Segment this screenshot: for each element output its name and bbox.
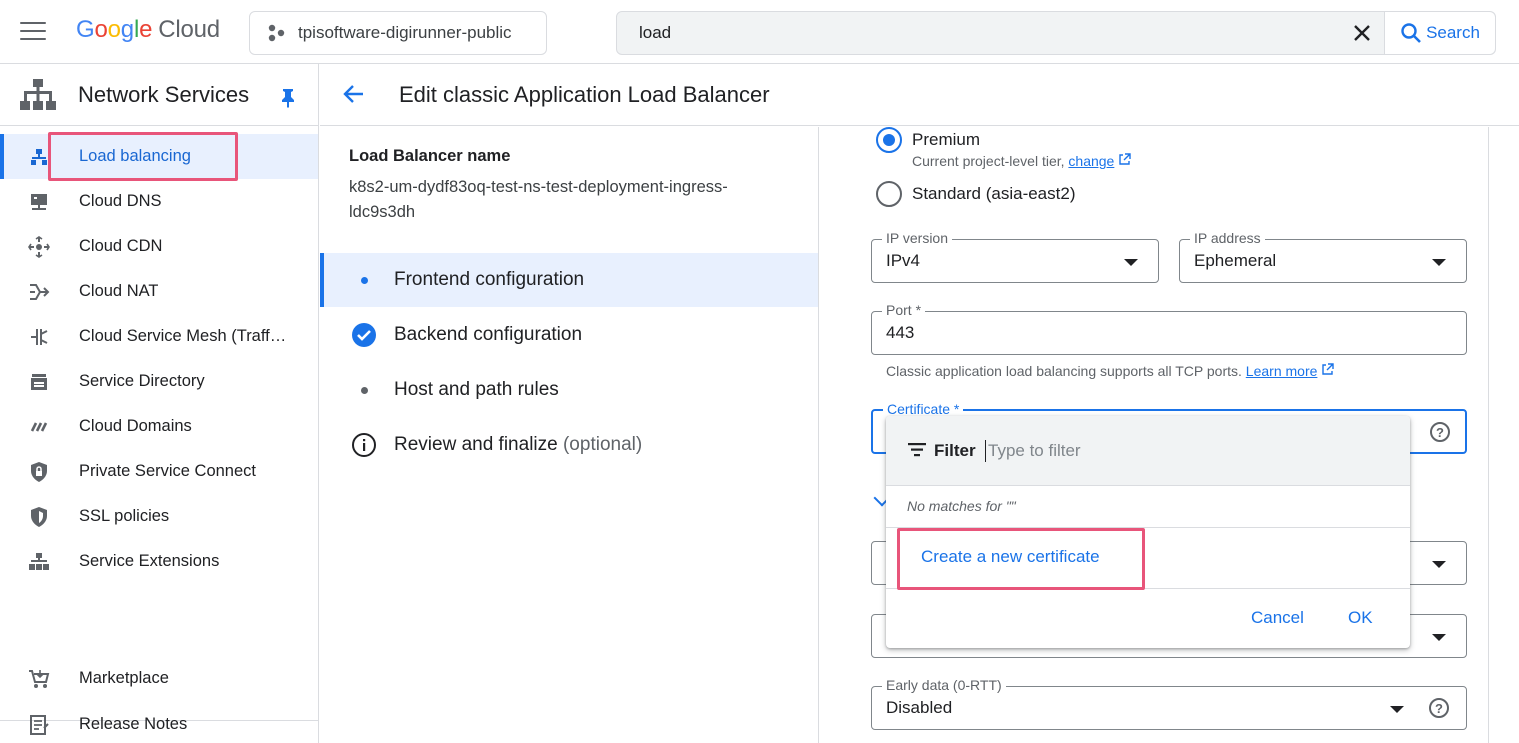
service-mesh-icon (28, 326, 50, 348)
radio-unselected-icon[interactable] (876, 181, 902, 207)
sidebar-item-service-extensions[interactable]: Service Extensions (0, 539, 318, 584)
sidebar-item-cloud-service-mesh[interactable]: Cloud Service Mesh (Traff… (0, 314, 318, 359)
step-backend-configuration[interactable]: Backend configuration (320, 308, 818, 362)
lb-name-label: Load Balancer name (349, 147, 511, 165)
check-circle-icon (350, 321, 378, 349)
project-name: tpisoftware-digirunner-public (298, 23, 512, 42)
radio-selected-icon[interactable] (876, 127, 902, 153)
filter-bar: Filter Type to filter (886, 416, 1410, 486)
ip-address-select[interactable]: IP address Ephemeral (1179, 230, 1467, 283)
nat-icon (28, 281, 50, 303)
dropdown-arrow-icon (1432, 634, 1446, 641)
step-review-and-finalize[interactable]: Review and finalize (optional) (320, 418, 818, 472)
shield-icon (28, 506, 50, 528)
main-menu-icon[interactable] (20, 22, 46, 42)
private-connect-icon (28, 461, 50, 483)
clear-search-icon[interactable] (1340, 12, 1384, 54)
form-scrollbar[interactable] (1488, 127, 1489, 743)
search-input[interactable]: load (617, 23, 1340, 43)
tier-note: Current project-level tier, change (912, 153, 1131, 169)
top-bar: Google Cloud tpisoftware-digirunner-publi… (0, 0, 1519, 64)
learn-more-link[interactable]: Learn more (1246, 363, 1318, 379)
dropdown-arrow-icon (1432, 561, 1446, 568)
sidebar-item-ssl-policies[interactable]: SSL policies (0, 494, 318, 539)
domains-icon (28, 416, 50, 438)
port-note: Classic application load balancing suppo… (886, 363, 1334, 379)
create-certificate-option[interactable]: Create a new certificate (921, 547, 1100, 567)
no-matches-text: No matches for "" (907, 498, 1016, 514)
dns-icon (28, 191, 50, 213)
dropdown-arrow-icon (1124, 259, 1138, 266)
sidebar-item-marketplace[interactable]: Marketplace (0, 656, 318, 701)
info-icon (350, 431, 378, 459)
port-input[interactable]: Port * 443 (871, 302, 1467, 355)
search-icon (1401, 23, 1421, 43)
sidebar-title: Network Services (78, 81, 250, 107)
sidebar-item-release-notes[interactable]: Release Notes (0, 702, 318, 743)
change-tier-link[interactable]: change (1068, 153, 1114, 169)
pin-icon[interactable] (280, 88, 296, 108)
sidebar-item-cloud-nat[interactable]: Cloud NAT (0, 269, 318, 314)
filter-icon (908, 443, 926, 457)
step-pending-dot-icon (350, 376, 378, 404)
search-bar: load Search (616, 11, 1496, 55)
sidebar-item-private-service-connect[interactable]: Private Service Connect (0, 449, 318, 494)
external-link-icon[interactable] (1118, 153, 1131, 166)
sidebar-item-cloud-cdn[interactable]: Cloud CDN (0, 224, 318, 269)
service-directory-icon (28, 371, 50, 393)
dropdown-arrow-icon (1432, 259, 1446, 266)
cdn-icon (28, 235, 50, 258)
sidebar-item-load-balancing[interactable]: Load balancing (0, 134, 318, 179)
external-link-icon[interactable] (1321, 363, 1334, 376)
divider (886, 527, 1410, 528)
tier-standard-radio[interactable]: Standard (asia-east2) (876, 181, 1075, 207)
certificate-dropdown-panel: Filter Type to filter No matches for "" … (886, 416, 1410, 648)
cart-icon (28, 668, 50, 690)
notes-icon (28, 714, 50, 736)
sidebar: Network Services Load balancing Cloud DN… (0, 64, 319, 743)
project-picker-button[interactable]: tpisoftware-digirunner-public (249, 11, 547, 55)
sidebar-item-cloud-dns[interactable]: Cloud DNS (0, 179, 318, 224)
load-balancing-icon (28, 146, 50, 168)
google-cloud-logo[interactable]: Google Cloud (76, 16, 220, 44)
dropdown-arrow-icon (1390, 706, 1404, 713)
divider (886, 588, 1410, 589)
step-host-and-path-rules[interactable]: Host and path rules (320, 363, 818, 417)
step-current-dot-icon (350, 266, 378, 294)
ip-version-select[interactable]: IP version IPv4 (871, 230, 1159, 283)
help-icon[interactable]: ? (1430, 422, 1450, 442)
search-button[interactable]: Search (1384, 12, 1495, 54)
filter-input[interactable]: Type to filter (985, 440, 1081, 462)
sidebar-header: Network Services (0, 64, 318, 126)
step-frontend-configuration[interactable]: Frontend configuration (320, 253, 818, 307)
help-icon[interactable]: ? (1429, 698, 1449, 718)
back-arrow-icon[interactable] (342, 82, 366, 106)
sidebar-item-cloud-domains[interactable]: Cloud Domains (0, 404, 318, 449)
tier-premium-radio[interactable]: Premium (876, 127, 980, 153)
lb-name-value: k8s2-um-dydf83oq-test-ns-test-deployment… (349, 178, 728, 221)
project-icon (268, 24, 285, 42)
network-services-icon (20, 78, 56, 110)
early-data-select[interactable]: Early data (0-RTT) Disabled ? (871, 677, 1467, 730)
steps-panel: Load Balancer name k8s2-um-dydf83oq-test… (320, 127, 819, 743)
page-title: Edit classic Application Load Balancer (399, 82, 770, 107)
extensions-icon (28, 551, 50, 573)
sidebar-item-service-directory[interactable]: Service Directory (0, 359, 318, 404)
ok-button[interactable]: OK (1348, 608, 1373, 628)
page-header: Edit classic Application Load Balancer (320, 64, 1519, 126)
cancel-button[interactable]: Cancel (1251, 608, 1304, 628)
